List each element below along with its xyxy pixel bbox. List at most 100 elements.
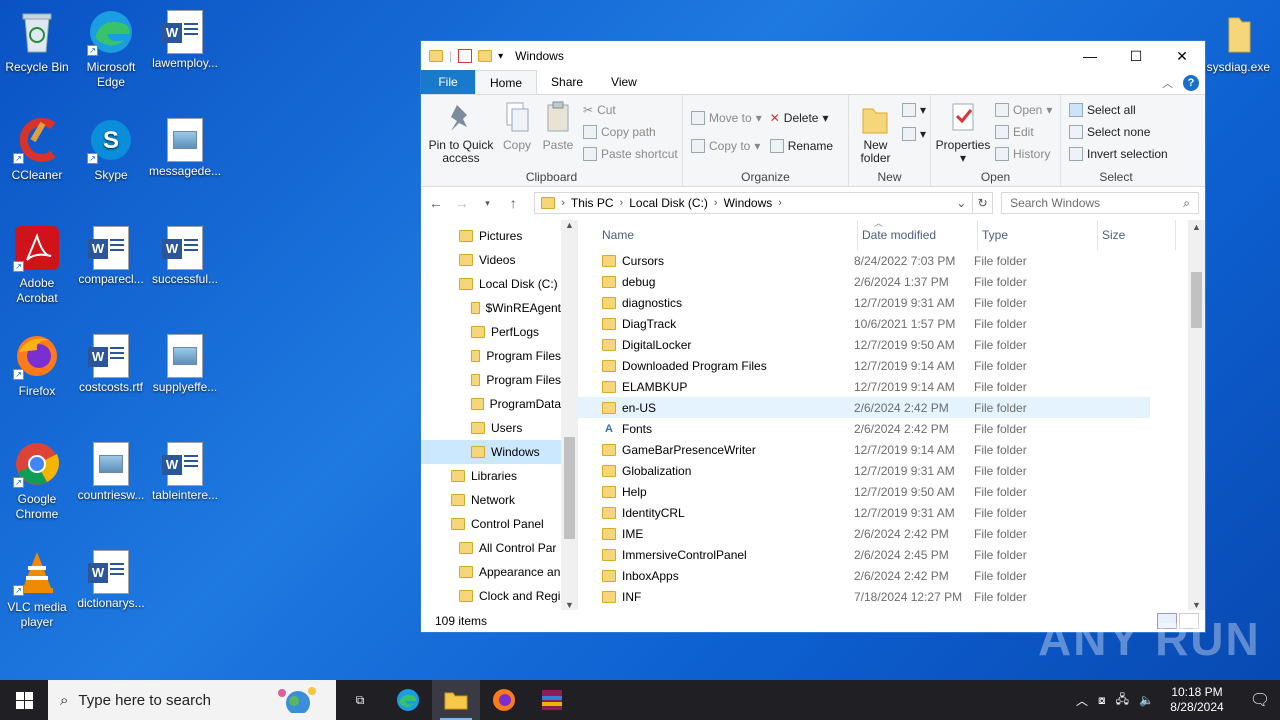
file-row[interactable]: ELAMBKUP 12/7/2019 9:14 AM File folder	[578, 376, 1150, 397]
nav-item[interactable]: Program Files	[421, 368, 561, 392]
desktop-icon-comparecl[interactable]: W comparecl...	[74, 224, 148, 287]
taskbar-file-explorer-button[interactable]	[432, 680, 480, 720]
file-row[interactable]: Help 12/7/2019 9:50 AM File folder	[578, 481, 1150, 502]
scroll-down-icon[interactable]: ▼	[1188, 600, 1205, 610]
nav-item[interactable]: Users	[421, 416, 561, 440]
easy-access-button[interactable]: ▾	[901, 125, 926, 143]
nav-scrollbar[interactable]: ▲ ▼	[561, 220, 578, 610]
copy-path-button[interactable]: Copy path	[583, 123, 678, 141]
tab-view[interactable]: View	[597, 70, 651, 94]
refresh-icon[interactable]: ↻	[973, 192, 994, 214]
file-row[interactable]: debug 2/6/2024 1:37 PM File folder	[578, 271, 1150, 292]
file-row[interactable]: Globalization 12/7/2019 9:31 AM File folde…	[578, 460, 1150, 481]
file-row[interactable]: IME 2/6/2024 2:42 PM File folder	[578, 523, 1150, 544]
scroll-up-icon[interactable]: ▲	[561, 220, 578, 230]
network-icon[interactable]: 🖧	[1116, 690, 1129, 711]
delete-button[interactable]: ✕ Delete ▾	[770, 109, 833, 127]
maximize-button[interactable]: ☐	[1113, 41, 1159, 71]
desktop-icon-usysdiag[interactable]: usysdiag.exe	[1198, 8, 1272, 75]
file-row[interactable]: DigitalLocker 12/7/2019 9:50 AM File folde…	[578, 334, 1150, 355]
file-row[interactable]: A Fonts 2/6/2024 2:42 PM File folder	[578, 418, 1150, 439]
desktop-icon-messagede[interactable]: messagede...	[148, 116, 222, 179]
close-button[interactable]: ✕	[1159, 41, 1205, 71]
nav-scroll-thumb[interactable]	[564, 437, 575, 539]
new-folder-icon[interactable]	[478, 50, 493, 62]
file-row[interactable]: Downloaded Program Files 12/7/2019 9:14 A…	[578, 355, 1150, 376]
notification-icon[interactable]: 🗨	[1240, 690, 1280, 710]
taskbar-search-box[interactable]: ⌕ Type here to search	[48, 680, 336, 720]
start-button[interactable]	[0, 680, 48, 720]
nav-item[interactable]: ProgramData	[421, 392, 561, 416]
nav-item[interactable]: Network	[421, 488, 561, 512]
select-none-button[interactable]: Select none	[1069, 123, 1168, 141]
nav-item[interactable]: Windows	[421, 440, 561, 464]
desktop-icon-countriesw[interactable]: countriesw...	[74, 440, 148, 503]
nav-item[interactable]: Libraries	[421, 464, 561, 488]
file-list-scrollbar[interactable]: ▲ ▼	[1188, 220, 1205, 610]
minimize-button[interactable]: —	[1067, 41, 1113, 71]
open-button[interactable]: Open ▾	[995, 101, 1052, 119]
nav-item[interactable]: All Control Par	[421, 536, 561, 560]
paste-shortcut-button[interactable]: Paste shortcut	[583, 145, 678, 163]
select-all-button[interactable]: Select all	[1069, 101, 1168, 119]
file-row[interactable]: diagnostics 12/7/2019 9:31 AM File folder	[578, 292, 1150, 313]
file-scroll-thumb[interactable]	[1191, 272, 1202, 328]
desktop-icon-ccleaner[interactable]: ↗ CCleaner	[0, 116, 74, 183]
task-view-button[interactable]: ⧉	[336, 680, 384, 720]
desktop-icon-costcosts[interactable]: W costcosts.rtf	[74, 332, 148, 395]
tab-home[interactable]: Home	[475, 70, 538, 94]
rename-button[interactable]: Rename	[769, 137, 833, 155]
desktop-icon-lawemploy[interactable]: W lawemploy...	[148, 8, 222, 71]
nav-item[interactable]: Program Files	[421, 344, 561, 368]
desktop-icon-firefox[interactable]: ↗ Firefox	[0, 332, 74, 399]
search-input[interactable]: Search Windows ⌕	[1001, 192, 1199, 214]
clock[interactable]: 10:18 PM 8/28/2024	[1164, 685, 1230, 715]
file-row[interactable]: en-US 2/6/2024 2:42 PM File folder	[578, 397, 1150, 418]
desktop-icon-vlc[interactable]: ↗ VLC media player	[0, 548, 74, 630]
breadcrumb-local-disk[interactable]: Local Disk (C:)	[629, 196, 708, 210]
invert-selection-button[interactable]: Invert selection	[1069, 145, 1168, 163]
desktop-icon-supplyeffe[interactable]: supplyeffe...	[148, 332, 222, 395]
nav-item[interactable]: Appearance an	[421, 560, 561, 584]
new-item-button[interactable]: ▾	[901, 101, 926, 119]
file-row[interactable]: Cursors 8/24/2022 7:03 PM File folder	[578, 250, 1150, 271]
recent-locations-chevron-icon[interactable]: ▾	[479, 198, 497, 209]
show-hidden-icons-chevron[interactable]: ︿	[1076, 692, 1088, 709]
address-box[interactable]: › This PC › Local Disk (C:) › Windows › …	[534, 192, 974, 214]
breadcrumb-this-pc[interactable]: This PC	[571, 196, 614, 210]
history-button[interactable]: History	[995, 145, 1052, 163]
file-row[interactable]: INF 7/18/2024 12:27 PM File folder	[578, 586, 1150, 607]
desktop-icon-skype[interactable]: S ↗ Skype	[74, 116, 148, 183]
cut-button[interactable]: ✂ Cut	[583, 101, 678, 119]
file-row[interactable]: GameBarPresenceWriter 12/7/2019 9:14 AM Fi…	[578, 439, 1150, 460]
column-header-name[interactable]: Name	[598, 220, 858, 250]
desktop-icon-dictionarys[interactable]: W dictionarys...	[74, 548, 148, 611]
column-header-type[interactable]: Type	[978, 220, 1098, 250]
desktop-icon-acrobat[interactable]: ↗ Adobe Acrobat	[0, 224, 74, 306]
desktop-icon-recycle-bin[interactable]: Recycle Bin	[0, 8, 74, 75]
file-row[interactable]: DiagTrack 10/6/2021 1:57 PM File folder	[578, 313, 1150, 334]
desktop-icon-successful[interactable]: W successful...	[148, 224, 222, 287]
device-icon[interactable]: ⧇	[1098, 693, 1106, 708]
desktop-icon-edge[interactable]: ↗ Microsoft Edge	[74, 8, 148, 90]
back-arrow-icon[interactable]: ←	[427, 195, 445, 211]
copy-to-button[interactable]: Copy to ▾	[691, 137, 762, 155]
desktop-icon-tableintere[interactable]: W tableintere...	[148, 440, 222, 503]
address-dropdown-icon[interactable]: ⌄	[956, 196, 966, 210]
nav-item[interactable]: Local Disk (C:)	[421, 272, 561, 296]
tab-file[interactable]: File	[421, 70, 475, 94]
help-icon[interactable]: ?	[1183, 75, 1199, 91]
desktop-icon-chrome[interactable]: ↗ Google Chrome	[0, 440, 74, 522]
scroll-up-icon[interactable]: ▲	[1188, 222, 1205, 232]
move-to-button[interactable]: Move to ▾	[691, 109, 762, 127]
edit-button[interactable]: Edit	[995, 123, 1052, 141]
nav-item[interactable]: $WinREAgent	[421, 296, 561, 320]
column-header-date[interactable]: Date modified	[858, 220, 978, 250]
nav-item[interactable]: Control Panel	[421, 512, 561, 536]
taskbar-winrar-button[interactable]	[528, 680, 576, 720]
file-row[interactable]: IdentityCRL 12/7/2019 9:31 AM File folder	[578, 502, 1150, 523]
column-header-size[interactable]: Size	[1098, 220, 1176, 250]
tab-share[interactable]: Share	[537, 70, 597, 94]
nav-item[interactable]: Videos	[421, 248, 561, 272]
properties-check-icon[interactable]	[458, 49, 473, 63]
